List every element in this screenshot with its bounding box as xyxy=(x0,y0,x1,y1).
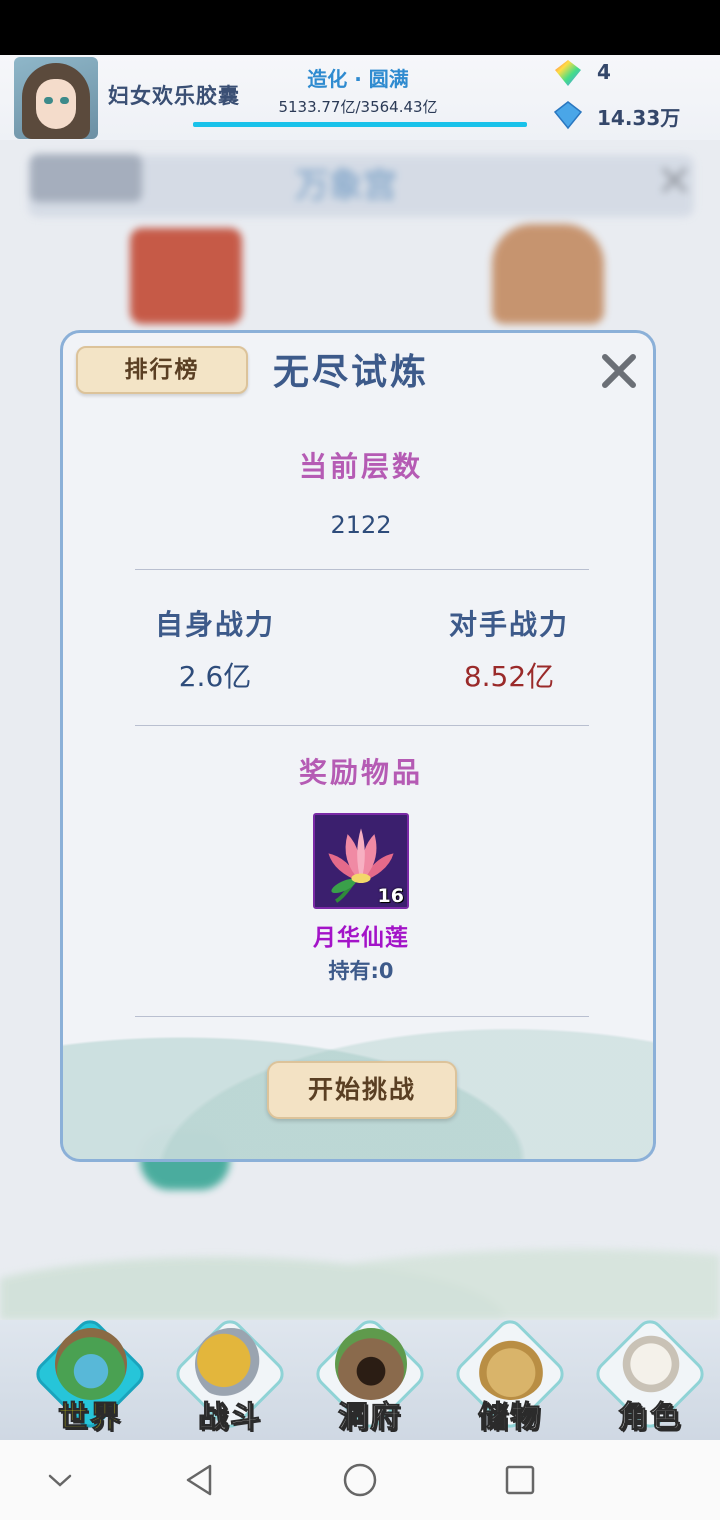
blue-gem-icon xyxy=(553,100,583,130)
nav-label: 洞府 xyxy=(338,1400,402,1436)
item-name: 月华仙莲 xyxy=(313,925,409,951)
currency-2-value: 14.33万 xyxy=(597,106,681,130)
currency-1-value: 4 xyxy=(597,60,611,84)
self-power-label: 自身战力 xyxy=(154,608,275,641)
dialog-title: 无尽试炼 xyxy=(273,352,430,393)
exp-bar-fill xyxy=(193,122,527,127)
world-island-icon xyxy=(55,1328,127,1400)
bg-urn-icon xyxy=(492,224,604,324)
chevron-down-icon[interactable] xyxy=(40,1460,80,1500)
item-owned: 持有:0 xyxy=(328,959,394,983)
nav-label: 储物 xyxy=(478,1400,542,1436)
nav-label: 世界 xyxy=(58,1400,122,1436)
nav-storage[interactable]: 储物 xyxy=(450,1314,570,1440)
leaderboard-button[interactable]: 排行榜 xyxy=(76,346,248,394)
exp-bar xyxy=(193,122,527,127)
cave-icon xyxy=(335,1328,407,1400)
player-name: 妇女欢乐胶囊 xyxy=(108,84,240,108)
avatar[interactable] xyxy=(14,57,98,139)
bg-title: 万象宫 xyxy=(295,166,397,206)
endless-trial-dialog: 排行榜 无尽试炼 当前层数 2122 自身战力 2.6亿 对手战力 8.52亿 … xyxy=(60,330,656,1162)
bottom-nav: 世界 战斗 洞府 储物 角色 xyxy=(0,1314,720,1440)
reward-title: 奖励物品 xyxy=(298,756,423,789)
floor-title: 当前层数 xyxy=(298,450,423,483)
nav-battle[interactable]: 战斗 xyxy=(170,1314,290,1440)
realm-label: 造化 · 圆满 xyxy=(307,67,409,91)
bg-back-button xyxy=(30,154,142,202)
divider xyxy=(135,569,589,570)
back-triangle-icon[interactable] xyxy=(180,1460,220,1500)
reward-item-slot[interactable]: 16 xyxy=(313,813,409,909)
nav-cave[interactable]: 洞府 xyxy=(310,1314,430,1440)
bg-hills xyxy=(0,1210,720,1320)
bg-close-icon: ✕ xyxy=(656,156,693,207)
helmet-icon xyxy=(615,1328,687,1400)
divider xyxy=(135,725,589,726)
nav-label: 战斗 xyxy=(198,1400,262,1436)
close-icon[interactable] xyxy=(595,347,643,395)
sword-shield-icon xyxy=(195,1328,267,1400)
nav-label: 角色 xyxy=(618,1400,682,1436)
enemy-power-label: 对手战力 xyxy=(448,608,569,641)
start-challenge-button[interactable]: 开始挑战 xyxy=(267,1061,457,1119)
nav-character[interactable]: 角色 xyxy=(590,1314,710,1440)
home-circle-icon[interactable] xyxy=(340,1460,380,1500)
nav-world[interactable]: 世界 xyxy=(30,1314,150,1440)
floor-value: 2122 xyxy=(330,511,392,539)
rainbow-gem-icon xyxy=(553,58,583,88)
enemy-power-value: 8.52亿 xyxy=(463,660,555,693)
recents-square-icon[interactable] xyxy=(500,1460,540,1500)
item-count: 16 xyxy=(377,885,404,907)
gourd-bag-icon xyxy=(475,1328,547,1400)
bg-banner-icon xyxy=(130,228,242,324)
status-bar xyxy=(0,0,720,55)
divider xyxy=(135,1016,589,1017)
self-power-value: 2.6亿 xyxy=(178,660,252,693)
system-nav-bar xyxy=(0,1440,720,1520)
exp-text: 5133.77亿/3564.43亿 xyxy=(278,98,438,116)
